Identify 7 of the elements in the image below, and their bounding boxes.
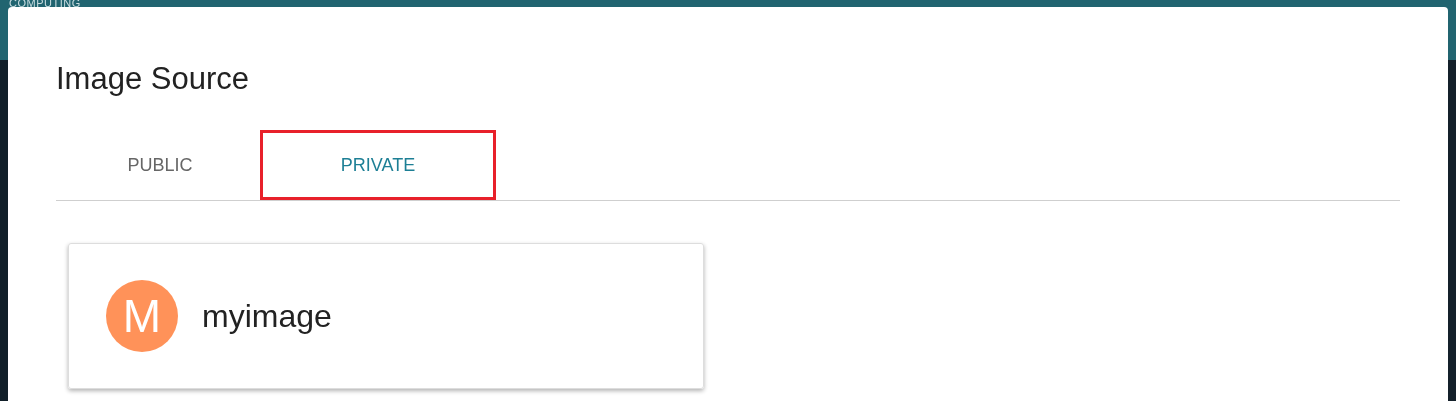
- dialog-title: Image Source: [56, 60, 250, 98]
- avatar: M: [106, 280, 178, 352]
- brand-label: COMPUTING: [9, 0, 81, 10]
- tab[interactable]: PUBLIC: [60, 130, 260, 200]
- image-name: myimage: [202, 297, 332, 335]
- image-card[interactable]: M myimage: [68, 243, 704, 389]
- tab[interactable]: PRIVATE: [260, 130, 496, 200]
